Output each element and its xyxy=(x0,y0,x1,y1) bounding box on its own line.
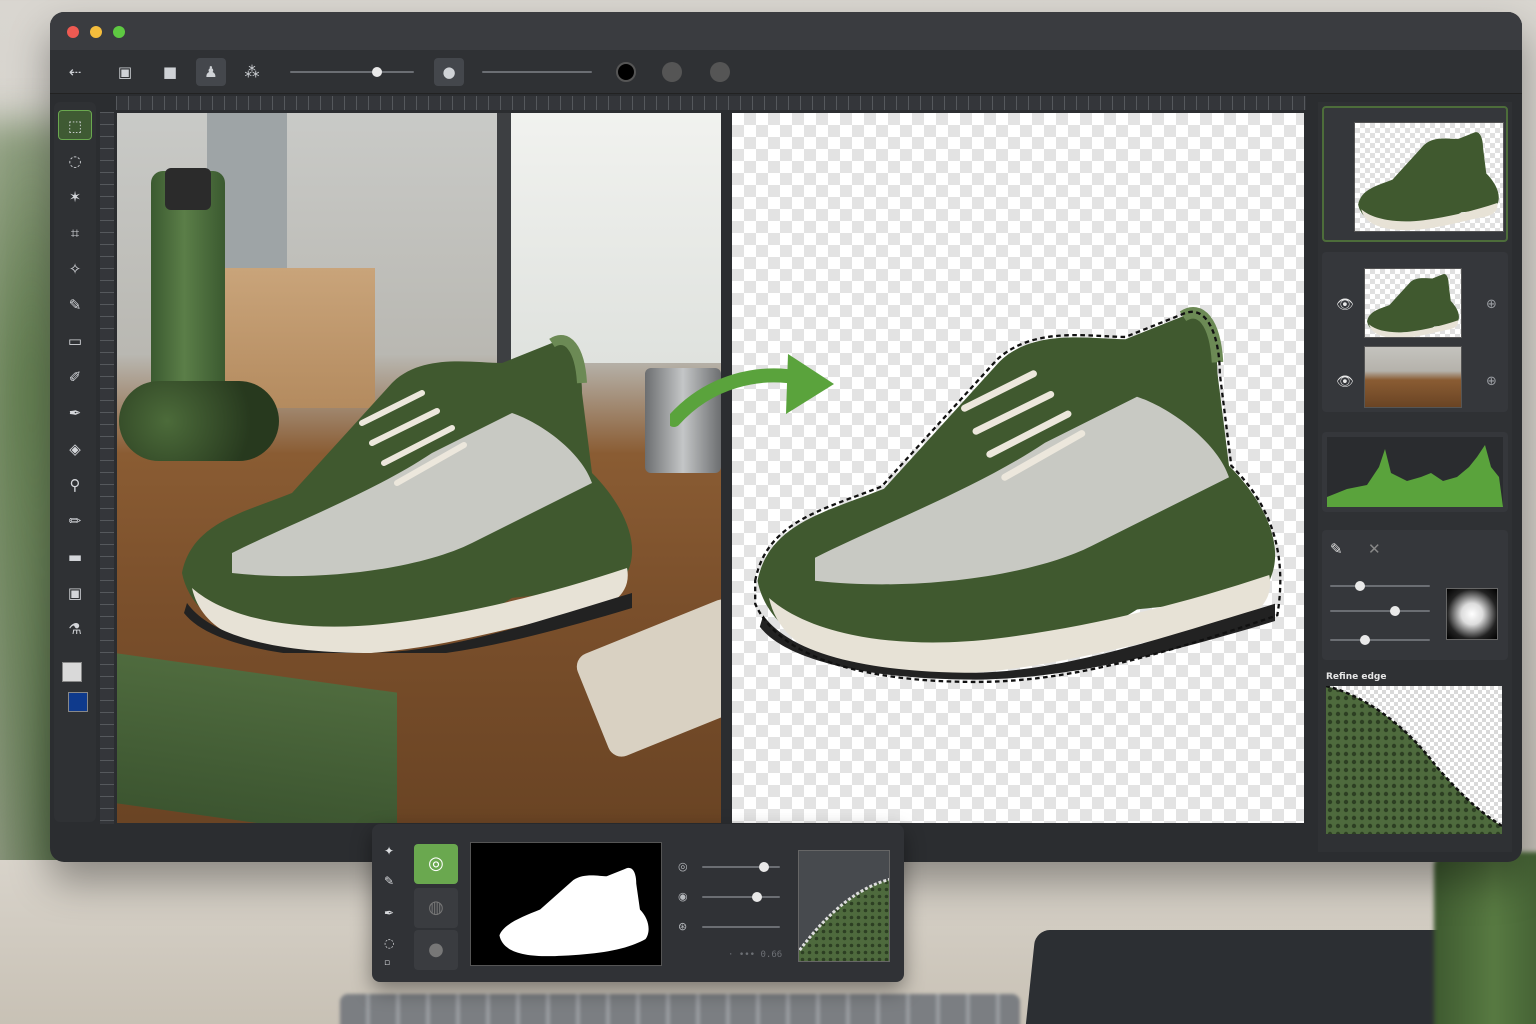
close-icon[interactable]: ✕ xyxy=(1368,540,1381,558)
lasso-tool-icon[interactable]: ◌ xyxy=(58,146,92,176)
quick-select-tool-icon[interactable]: ✧ xyxy=(58,254,92,284)
color-gray-2[interactable] xyxy=(710,62,730,82)
shift-edge-icon[interactable]: ⊛ xyxy=(678,920,687,933)
arrow-right-icon xyxy=(670,354,834,427)
lock-icon[interactable]: ⊕ xyxy=(1486,297,1497,312)
arrow-left-icon[interactable]: ⇠ xyxy=(60,58,90,86)
refine-slider-1[interactable] xyxy=(1330,581,1430,591)
circle-select-button[interactable]: ● xyxy=(414,930,458,970)
preview-thumbnail[interactable] xyxy=(1354,122,1504,232)
foreground-color-swatch[interactable] xyxy=(62,662,82,682)
eye-icon[interactable]: 👁 xyxy=(1336,297,1354,313)
preview-block xyxy=(1322,106,1508,242)
keyboard xyxy=(340,994,1020,1024)
close-window-button[interactable] xyxy=(67,26,79,38)
pen-icon[interactable]: ✒ xyxy=(384,906,394,920)
refine-edge-label: Refine edge xyxy=(1326,672,1387,682)
feather-slider[interactable] xyxy=(482,71,592,73)
cutout-canvas xyxy=(732,113,1304,823)
vertical-ruler xyxy=(100,112,114,824)
maximize-window-button[interactable] xyxy=(113,26,125,38)
histogram-panel xyxy=(1322,432,1508,512)
slider-knob[interactable] xyxy=(759,862,770,872)
layers-panel: 👁 ⊕ 👁 ⊕ xyxy=(1322,252,1508,412)
title-bar xyxy=(50,12,1522,50)
image-tool-icon[interactable]: ▣ xyxy=(58,578,92,608)
split-divider[interactable] xyxy=(721,113,732,823)
rectangle-tool-icon[interactable]: ▬ xyxy=(58,542,92,572)
slider-knob[interactable] xyxy=(1360,635,1370,645)
options-bar: ⇠ ▣ ■ ♟ ⁂ ● xyxy=(50,50,1522,94)
histogram-chart xyxy=(1327,437,1503,507)
eyedropper-tool-icon[interactable]: ⚗ xyxy=(58,614,92,644)
crop-tool-icon[interactable]: ⌗ xyxy=(58,218,92,248)
slider-knob[interactable] xyxy=(751,892,762,902)
slider-knob[interactable] xyxy=(1390,606,1400,616)
brush-size-slider[interactable] xyxy=(290,67,414,77)
eye-icon[interactable]: 👁 xyxy=(1336,374,1354,390)
color-black[interactable] xyxy=(616,62,636,82)
fill-tool-icon[interactable]: ◈ xyxy=(58,434,92,464)
brush-preview xyxy=(1446,588,1498,640)
layer-photo-thumbnail[interactable] xyxy=(1364,346,1462,408)
right-panel: 👁 ⊕ 👁 ⊕ ✎ ✕ Refine edge xyxy=(1318,102,1512,852)
magic-wand-tool-icon[interactable]: ✶ xyxy=(58,182,92,212)
camera-icon[interactable]: ▫ xyxy=(384,958,390,968)
slider-knob[interactable] xyxy=(1355,581,1365,591)
feather-icon[interactable]: ◎ xyxy=(678,860,688,873)
color-gray-1[interactable] xyxy=(662,62,682,82)
mask-preview xyxy=(470,842,662,966)
brush-tip-icon[interactable]: ● xyxy=(434,58,464,86)
mask-slider-3[interactable] xyxy=(702,926,780,928)
refine-edge-preview[interactable] xyxy=(1326,686,1502,834)
brush-settings-panel: ✎ ✕ xyxy=(1322,530,1508,660)
drawing-tablet xyxy=(1024,930,1456,1024)
lock-icon[interactable]: ⊕ xyxy=(1486,374,1497,389)
notebook xyxy=(117,653,397,823)
lasso-icon[interactable]: ◌ xyxy=(384,936,394,950)
sneaker-original xyxy=(182,335,633,653)
mask-slider-2[interactable] xyxy=(702,892,780,902)
sneaker-cutout xyxy=(754,307,1282,684)
panel-footer-text: · ••• 0.66 xyxy=(728,950,783,960)
brush-icon[interactable]: ✎ xyxy=(384,874,394,888)
green-mug xyxy=(1434,852,1536,1024)
sparkle-icon[interactable]: ✦ xyxy=(384,844,394,858)
add-selection-icon[interactable]: ■ xyxy=(155,58,185,86)
mask-slider-1[interactable] xyxy=(702,862,780,872)
brush-icon[interactable]: ✎ xyxy=(1330,540,1343,558)
pencil-tool-icon[interactable]: ✐ xyxy=(58,362,92,392)
stamp-tool-icon[interactable]: ⚲ xyxy=(58,470,92,500)
select-subject-button[interactable]: ◎ xyxy=(414,844,458,884)
new-selection-icon[interactable]: ▣ xyxy=(110,58,140,86)
original-photo xyxy=(117,113,721,823)
object-select-icon[interactable]: ⁂ xyxy=(237,58,267,86)
background-select-button[interactable]: ◍ xyxy=(414,888,458,928)
bottle-cap xyxy=(165,168,211,210)
smudge-tool-icon[interactable]: ✏ xyxy=(58,506,92,536)
refine-slider-3[interactable] xyxy=(1330,635,1430,645)
edge-detail-thumbnail[interactable] xyxy=(798,850,890,962)
background-color-swatch[interactable] xyxy=(68,692,88,712)
select-subject-panel: ✦ ✎ ✒ ◌ ▫ ◎ ◍ ● ◎ ◉ ⊛ · ••• 0.66 xyxy=(372,824,904,982)
pen-tool-icon[interactable]: ✒ xyxy=(58,398,92,428)
refine-slider-2[interactable] xyxy=(1330,606,1430,616)
brush-tool-icon[interactable]: ✎ xyxy=(58,290,92,320)
brush-size-knob[interactable] xyxy=(371,67,382,77)
eraser-tool-icon[interactable]: ▭ xyxy=(58,326,92,356)
editor-window: ⇠ ▣ ■ ♟ ⁂ ● ⬚ ◌ ✶ ⌗ ✧ ✎ ▭ ✐ ✒ ◈ ⚲ ✏ ▬ ▣ ⚗ xyxy=(50,12,1522,862)
horizontal-ruler xyxy=(116,96,1306,110)
tools-panel: ⬚ ◌ ✶ ⌗ ✧ ✎ ▭ ✐ ✒ ◈ ⚲ ✏ ▬ ▣ ⚗ xyxy=(54,102,96,822)
minimize-window-button[interactable] xyxy=(90,26,102,38)
marquee-tool-icon[interactable]: ⬚ xyxy=(58,110,92,140)
subject-select-icon[interactable]: ♟ xyxy=(196,58,226,86)
contrast-icon[interactable]: ◉ xyxy=(678,890,688,903)
layer-cutout-thumbnail[interactable] xyxy=(1364,268,1462,338)
